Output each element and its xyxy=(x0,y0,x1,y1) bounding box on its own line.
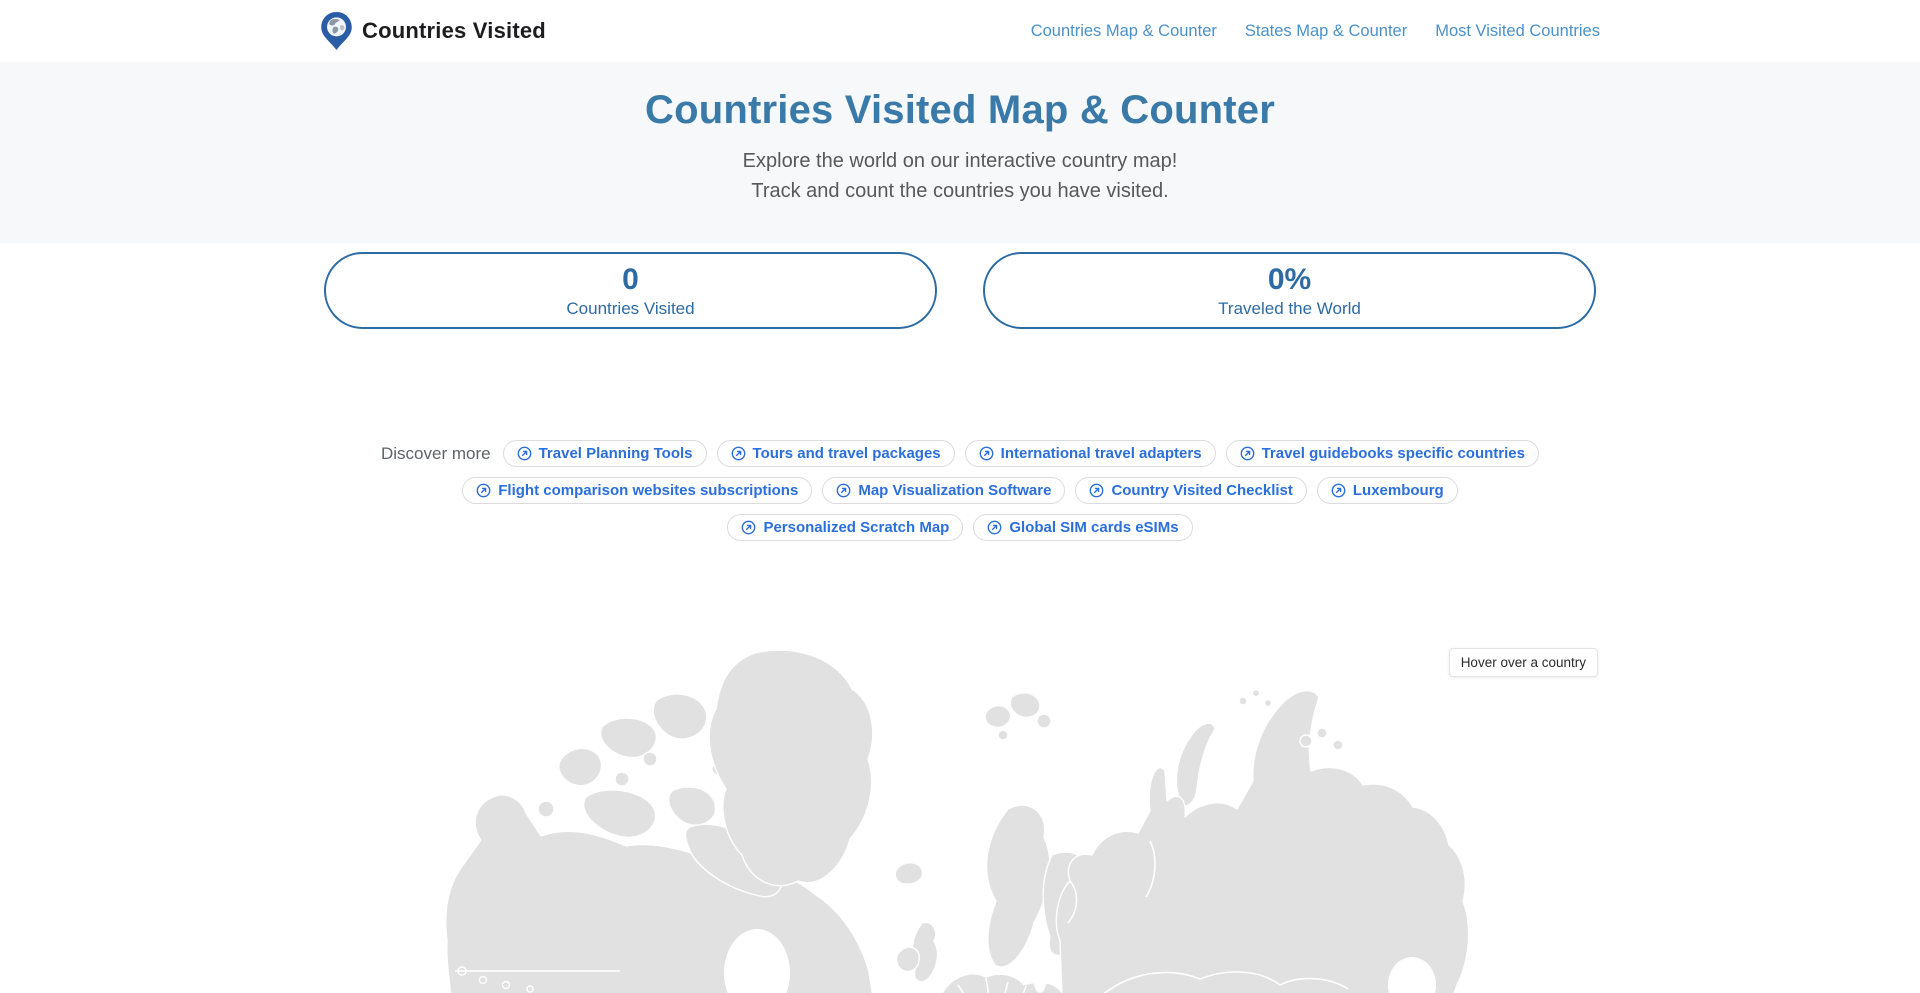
explore-arrow-circle-icon xyxy=(1331,483,1346,498)
explore-arrow-circle-icon xyxy=(517,446,532,461)
page-title: Countries Visited Map & Counter xyxy=(0,88,1920,133)
chip-label: Map Visualization Software xyxy=(858,482,1051,499)
chip-label: Flight comparison websites subscriptions xyxy=(498,482,798,499)
chip-label: Travel Planning Tools xyxy=(539,445,693,462)
traveled-world-counter: 0% Traveled the World xyxy=(983,252,1596,329)
explore-arrow-circle-icon xyxy=(476,483,491,498)
chip-label: Global SIM cards eSIMs xyxy=(1009,519,1178,536)
chip-map-visualization-software[interactable]: Map Visualization Software xyxy=(822,477,1065,504)
chip-global-sim-cards-esims[interactable]: Global SIM cards eSIMs xyxy=(973,514,1192,541)
traveled-world-label: Traveled the World xyxy=(1218,299,1361,319)
countries-visited-label: Countries Visited xyxy=(566,299,694,319)
hero-subtitle: Explore the world on our interactive cou… xyxy=(0,146,1920,207)
chip-flight-comparison[interactable]: Flight comparison websites subscriptions xyxy=(462,477,812,504)
main-nav: Countries Map & Counter States Map & Cou… xyxy=(1031,22,1600,41)
chip-personalized-scratch-map[interactable]: Personalized Scratch Map xyxy=(727,514,963,541)
map-russia xyxy=(1056,691,1468,993)
chip-label: Personalized Scratch Map xyxy=(763,519,949,536)
chip-label: Luxembourg xyxy=(1353,482,1444,499)
explore-arrow-circle-icon xyxy=(1240,446,1255,461)
explore-arrow-circle-icon xyxy=(731,446,746,461)
chip-label: International travel adapters xyxy=(1001,445,1202,462)
traveled-world-value: 0% xyxy=(1268,263,1311,296)
chip-luxembourg[interactable]: Luxembourg xyxy=(1317,477,1458,504)
hero-subtitle-line1: Explore the world on our interactive cou… xyxy=(0,146,1920,176)
header: Countries Visited Countries Map & Counte… xyxy=(0,0,1920,62)
chip-travel-guidebooks[interactable]: Travel guidebooks specific countries xyxy=(1226,440,1539,467)
countries-visited-value: 0 xyxy=(622,263,639,296)
explore-arrow-circle-icon xyxy=(979,446,994,461)
explore-arrow-circle-icon xyxy=(1089,483,1104,498)
brand-logo-link[interactable]: Countries Visited xyxy=(320,11,546,51)
nav-states-map-counter[interactable]: States Map & Counter xyxy=(1245,22,1407,41)
chip-travel-planning-tools[interactable]: Travel Planning Tools xyxy=(503,440,707,467)
explore-arrow-circle-icon xyxy=(836,483,851,498)
nav-most-visited-countries[interactable]: Most Visited Countries xyxy=(1435,22,1600,41)
map-hover-tooltip: Hover over a country xyxy=(1449,648,1598,677)
chip-tours-travel-packages[interactable]: Tours and travel packages xyxy=(717,440,955,467)
chip-country-visited-checklist[interactable]: Country Visited Checklist xyxy=(1075,477,1306,504)
world-map-section: Hover over a country xyxy=(0,641,1920,993)
discover-more-label: Discover more xyxy=(381,444,491,464)
chip-label: Tours and travel packages xyxy=(753,445,941,462)
header-container: Countries Visited Countries Map & Counte… xyxy=(320,11,1600,51)
map-iceland xyxy=(895,863,922,884)
chip-label: Country Visited Checklist xyxy=(1111,482,1292,499)
explore-arrow-circle-icon xyxy=(741,520,756,535)
discover-more-section: Discover more Travel Planning Tools Tour… xyxy=(360,440,1560,541)
nav-countries-map-counter[interactable]: Countries Map & Counter xyxy=(1031,22,1217,41)
counters-row: 0 Countries Visited 0% Traveled the Worl… xyxy=(0,252,1920,329)
countries-visited-counter: 0 Countries Visited xyxy=(324,252,937,329)
map-scandinavia xyxy=(987,805,1051,967)
chip-international-travel-adapters[interactable]: International travel adapters xyxy=(965,440,1216,467)
world-map[interactable] xyxy=(0,641,1920,993)
hero-section: Countries Visited Map & Counter Explore … xyxy=(0,62,1920,243)
hero-subtitle-line2: Track and count the countries you have v… xyxy=(0,176,1920,206)
brand-title: Countries Visited xyxy=(362,18,546,44)
chip-label: Travel guidebooks specific countries xyxy=(1262,445,1525,462)
globe-pin-icon xyxy=(320,11,353,51)
explore-arrow-circle-icon xyxy=(987,520,1002,535)
